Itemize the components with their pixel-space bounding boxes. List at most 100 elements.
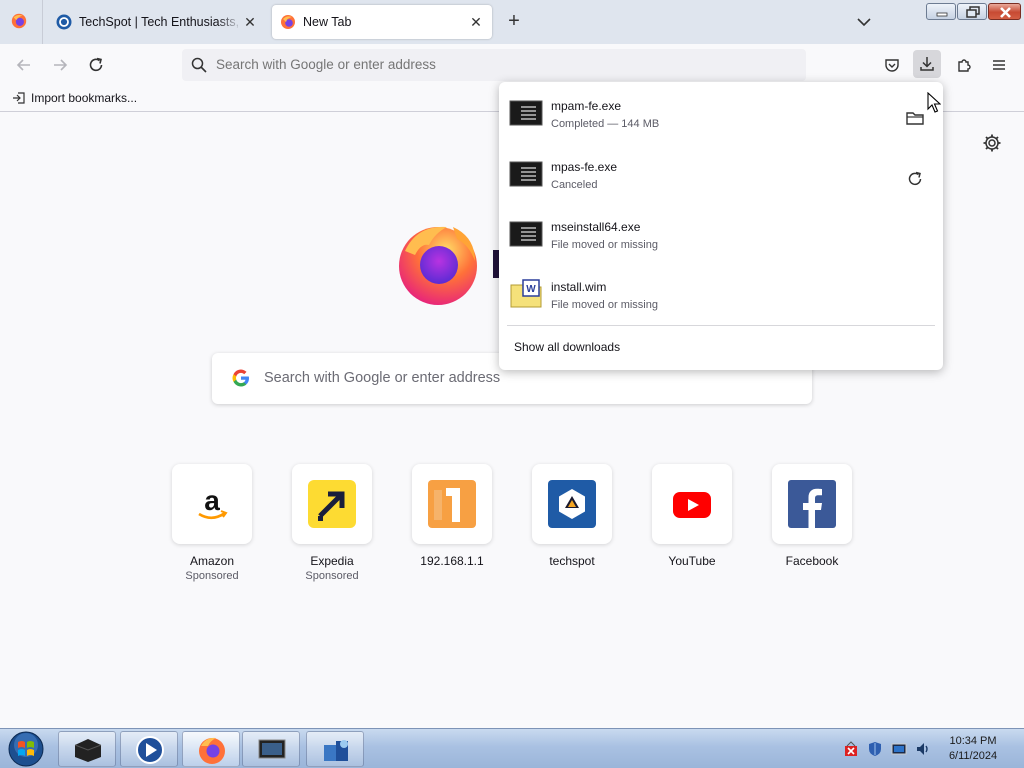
extensions-button[interactable]	[950, 51, 978, 79]
firefox-favicon-icon	[281, 15, 295, 29]
firefox-logo-icon	[399, 226, 477, 305]
tile-label: Amazon	[189, 554, 235, 568]
download-item[interactable]: mpam-fe.exe Completed — 144 MB	[499, 90, 943, 146]
svg-text:a: a	[204, 485, 220, 516]
download-status: Completed — 144 MB	[551, 118, 660, 130]
pocket-icon	[885, 59, 899, 72]
executable-file-icon	[509, 221, 543, 247]
close-tab-icon[interactable]: ✕	[242, 14, 258, 30]
download-status: File moved or missing	[551, 299, 658, 311]
system-clock[interactable]: 10:34 PM 6/11/2024	[938, 734, 1008, 764]
download-file-name: mpam-fe.exe	[551, 99, 622, 113]
taskbar: 10:34 PM 6/11/2024	[0, 728, 1024, 768]
puzzle-piece-icon	[958, 59, 971, 72]
forward-arrow-icon[interactable]	[50, 55, 70, 75]
list-all-tabs-chevron-icon[interactable]	[855, 13, 873, 31]
taskbar-app-button[interactable]	[120, 731, 178, 767]
router-logo-icon	[428, 480, 476, 528]
wim-file-icon: W	[510, 279, 542, 308]
tile-box[interactable]	[292, 464, 372, 544]
taskbar-app-button[interactable]	[306, 731, 364, 767]
tile-label: techspot	[549, 554, 595, 568]
search-icon	[191, 57, 207, 73]
restore-button[interactable]	[957, 3, 987, 20]
executable-file-icon	[509, 161, 543, 187]
top-site-router[interactable]: 192.168.1.1	[402, 464, 502, 568]
executable-file-icon	[509, 100, 543, 126]
tile-box[interactable]	[772, 464, 852, 544]
expedia-logo-icon	[308, 480, 356, 528]
download-file-name: mseinstall64.exe	[551, 220, 641, 234]
address-input[interactable]	[216, 49, 776, 81]
top-site-techspot[interactable]: techspot	[522, 464, 622, 568]
import-bookmarks-label: Import bookmarks...	[31, 91, 138, 105]
tile-box[interactable]	[652, 464, 732, 544]
import-bookmarks-button[interactable]: Import bookmarks...	[12, 91, 137, 105]
downloads-button[interactable]	[913, 50, 941, 78]
show-all-downloads-label: Show all downloads	[514, 340, 621, 354]
tile-label: 192.168.1.1	[420, 554, 484, 568]
media-player-icon	[136, 736, 164, 764]
new-tab-button[interactable]: +	[504, 11, 524, 32]
app-menu-button[interactable]	[985, 51, 1013, 79]
tile-label: Expedia	[310, 554, 354, 568]
reload-icon[interactable]	[86, 55, 106, 75]
address-bar[interactable]	[182, 49, 806, 81]
tab-title: New Tab	[303, 15, 352, 29]
retry-icon[interactable]	[905, 169, 925, 189]
downloads-panel: mpam-fe.exe Completed — 144 MB mpas-fe.e…	[499, 82, 943, 370]
tab-title: TechSpot | Tech Enthusiasts, Power Users…	[79, 15, 242, 29]
folder-icon[interactable]	[905, 108, 925, 128]
download-file-name: mpas-fe.exe	[551, 160, 618, 174]
techspot-logo-icon	[548, 480, 596, 528]
volume-icon[interactable]	[915, 741, 931, 757]
panel-divider	[507, 325, 935, 326]
download-status: File moved or missing	[551, 239, 658, 251]
sponsored-label: Sponsored	[305, 570, 359, 582]
import-icon	[13, 92, 25, 104]
tile-box[interactable]: a	[172, 464, 252, 544]
download-item[interactable]: mseinstall64.exe File moved or missing	[499, 211, 943, 267]
top-site-expedia[interactable]: Expedia Sponsored	[282, 464, 382, 582]
hamburger-menu-icon	[993, 60, 1005, 70]
newtab-search-placeholder: Search with Google or enter address	[264, 370, 501, 386]
gear-icon[interactable]	[982, 133, 1002, 153]
firefox-view-icon[interactable]	[10, 12, 28, 30]
clock-time: 10:34 PM	[949, 735, 997, 747]
network-display-icon[interactable]	[891, 741, 907, 757]
clock-date: 6/11/2024	[948, 750, 998, 762]
minimize-button[interactable]	[926, 3, 956, 20]
action-center-warning-icon[interactable]	[843, 741, 859, 757]
show-all-downloads-button[interactable]: Show all downloads	[514, 340, 620, 354]
windows-start-icon[interactable]	[6, 730, 46, 768]
taskbar-firefox-button[interactable]	[182, 731, 240, 767]
mouse-cursor-icon	[927, 92, 941, 113]
google-logo-icon	[232, 369, 249, 387]
tile-box[interactable]	[532, 464, 612, 544]
top-site-amazon[interactable]: a Amazon Sponsored	[162, 464, 262, 582]
download-item[interactable]: W install.wim File moved or missing	[499, 271, 943, 327]
tile-label: YouTube	[668, 554, 716, 568]
youtube-logo-icon	[673, 492, 711, 518]
tab-new-tab[interactable]: New Tab ✕	[272, 5, 492, 39]
network-computer-icon	[324, 740, 348, 761]
download-arrow-icon	[920, 57, 934, 71]
tile-box[interactable]	[412, 464, 492, 544]
tab-techspot[interactable]: TechSpot | Tech Enthusiasts, Power Users…	[48, 5, 266, 39]
amazon-logo-icon: a	[198, 485, 228, 520]
monitor-icon	[258, 739, 286, 759]
pocket-button[interactable]	[878, 51, 906, 79]
close-tab-icon[interactable]: ✕	[468, 14, 484, 30]
close-window-button[interactable]	[988, 3, 1021, 20]
svg-text:W: W	[526, 284, 536, 295]
firefox-icon	[199, 737, 225, 764]
back-arrow-icon[interactable]	[14, 55, 34, 75]
sponsored-label: Sponsored	[185, 570, 239, 582]
taskbar-app-button[interactable]	[58, 731, 116, 767]
tab-strip: TechSpot | Tech Enthusiasts, Power Users…	[0, 0, 1024, 44]
top-site-facebook[interactable]: Facebook	[762, 464, 862, 568]
taskbar-app-button[interactable]	[242, 731, 300, 767]
top-site-youtube[interactable]: YouTube	[642, 464, 742, 568]
security-shield-icon[interactable]	[867, 741, 883, 757]
download-item[interactable]: mpas-fe.exe Canceled	[499, 151, 943, 207]
